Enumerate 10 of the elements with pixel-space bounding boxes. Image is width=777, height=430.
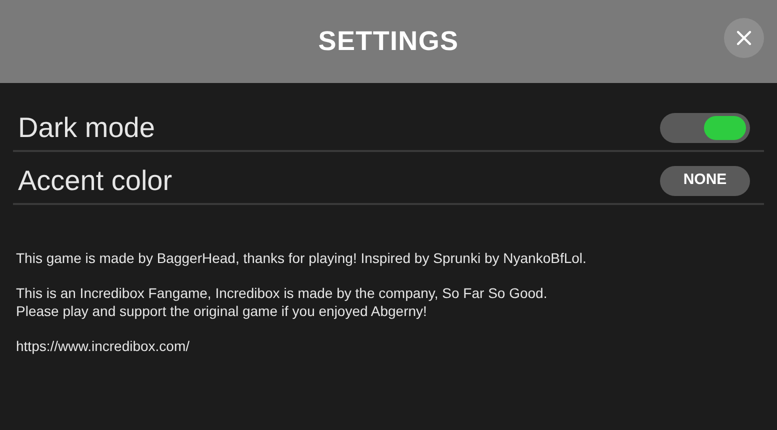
setting-label: Dark mode [18,110,155,144]
setting-label: Accent color [18,164,172,198]
info-text: This is an Incredibox Fangame, Incredibox is made by the company, So Far So Good. [16,284,548,302]
accent-color-button[interactable]: NONE [660,166,750,196]
info-text: This game is made by BaggerHead, thanks for playing! Inspired by Sprunki by NyankoBfLol. [16,249,586,267]
close-button[interactable] [724,18,764,58]
website-link[interactable]: https://www.incredibox.com/ [16,337,190,355]
info-text: Please play and support the original game if you enjoyed Abgerny! [16,302,427,320]
window-title: SETTINGS [318,25,459,58]
dark-mode-toggle[interactable] [660,112,750,142]
